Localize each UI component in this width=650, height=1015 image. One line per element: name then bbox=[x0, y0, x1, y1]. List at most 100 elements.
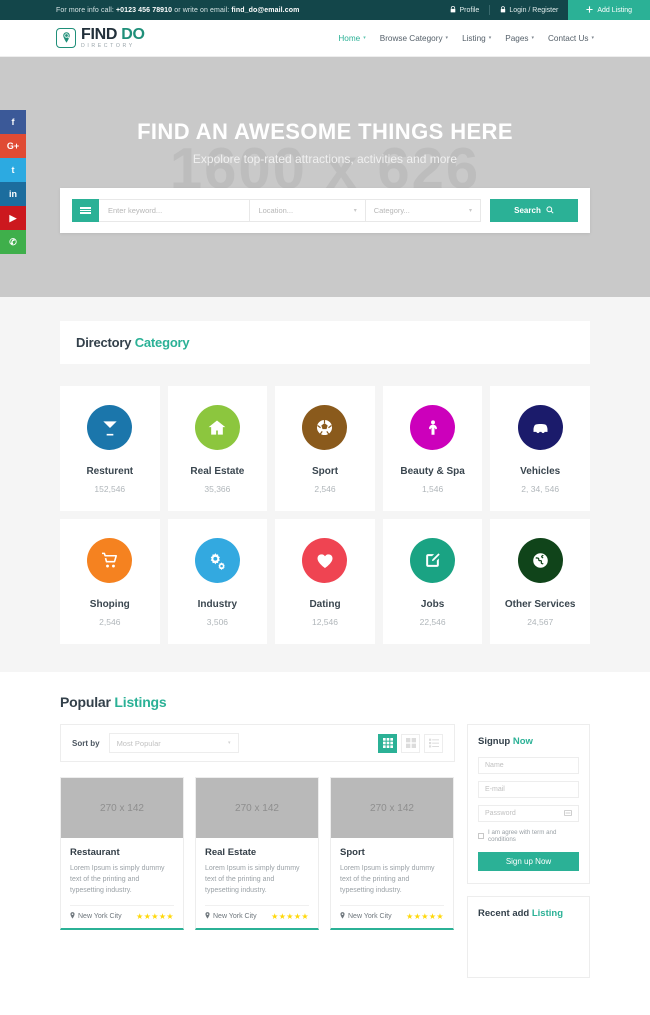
logo-main-text: FIND bbox=[81, 25, 122, 43]
shopping-cart-icon bbox=[87, 538, 133, 583]
nav-item-label: Browse Category bbox=[379, 33, 443, 43]
add-listing-button[interactable]: Add Listing bbox=[568, 0, 650, 20]
recent-title-main: Recent add bbox=[478, 908, 532, 919]
listing-cards: 270 x 142 Restaurant Lorem Ipsum is simp… bbox=[60, 777, 455, 930]
terms-agreement[interactable]: I am agree with term and conditions bbox=[478, 829, 579, 843]
category-count: 152,546 bbox=[94, 484, 126, 494]
cocktail-icon bbox=[87, 405, 133, 450]
search-button-label: Search bbox=[514, 206, 541, 215]
search-button[interactable]: Search bbox=[489, 199, 578, 222]
category-card[interactable]: Real Estate 35,366 bbox=[167, 386, 268, 511]
chevron-down-icon: ▾ bbox=[363, 35, 366, 41]
category-card[interactable]: Jobs 22,546 bbox=[382, 519, 483, 644]
search-location-placeholder: Location... bbox=[258, 206, 294, 215]
listing-card[interactable]: 270 x 142 Restaurant Lorem Ipsum is simp… bbox=[60, 777, 184, 930]
nav-item-label: Pages bbox=[505, 33, 529, 43]
search-bar: Enter keyword... Location... ▾ Category.… bbox=[72, 199, 578, 222]
signup-button[interactable]: Sign up Now bbox=[478, 852, 579, 871]
signup-widget: Signup Now Name E-mail Password I am agr… bbox=[467, 724, 590, 884]
search-location-select[interactable]: Location... ▾ bbox=[250, 199, 366, 222]
listing-rating-stars: ★★★★★ bbox=[271, 911, 309, 921]
sidebar-column: Signup Now Name E-mail Password I am agr… bbox=[467, 724, 590, 978]
home-icon bbox=[194, 405, 240, 450]
login-register-label: Login / Register bbox=[509, 6, 559, 14]
twitter-icon[interactable]: t bbox=[0, 158, 26, 182]
chevron-down-icon: ▾ bbox=[488, 35, 492, 41]
sort-by-select[interactable]: Most Popular ▾ bbox=[108, 733, 239, 753]
facebook-icon[interactable]: f bbox=[0, 110, 26, 134]
terms-checkbox[interactable] bbox=[478, 833, 484, 839]
plus-icon bbox=[586, 5, 593, 15]
google-plus-glyph: G+ bbox=[6, 140, 20, 151]
category-count: 2,546 bbox=[99, 617, 121, 627]
category-card[interactable]: Shoping 2,546 bbox=[60, 519, 160, 644]
view-mode-toggles bbox=[378, 733, 443, 753]
top-utility-bar: For more info call: +0123 456 78910 or w… bbox=[0, 0, 650, 20]
hero-banner: 1600 x 626 FIND AN AWESOME THINGS HERE E… bbox=[0, 57, 650, 297]
twitter-glyph: t bbox=[11, 164, 15, 175]
category-name: Dating bbox=[309, 599, 341, 610]
category-card[interactable]: Dating 12,546 bbox=[275, 519, 375, 644]
listing-card[interactable]: 270 x 142 Sport Lorem Ipsum is simply du… bbox=[330, 777, 454, 930]
category-card[interactable]: Industry 3,506 bbox=[167, 519, 268, 644]
category-name: Vehicles bbox=[520, 466, 561, 477]
hero-subtitle: Expolore top-rated attractions, activiti… bbox=[192, 152, 458, 166]
contact-info: For more info call: +0123 456 78910 or w… bbox=[56, 7, 299, 14]
gears-icon bbox=[194, 538, 240, 583]
signup-name-field[interactable]: Name bbox=[478, 757, 579, 774]
search-category-select[interactable]: Category... ▾ bbox=[365, 199, 481, 222]
nav-item-home[interactable]: Home ▾ bbox=[338, 34, 365, 43]
nav-item-contact-us[interactable]: Contact Us ▾ bbox=[548, 34, 594, 43]
logo-accent-text: DO bbox=[121, 25, 145, 43]
contact-email[interactable]: find_do@email.com bbox=[231, 7, 299, 14]
signup-email-placeholder: E-mail bbox=[485, 786, 505, 793]
profile-button[interactable]: Profile bbox=[440, 0, 489, 20]
category-card[interactable]: Resturent 152,546 bbox=[60, 386, 160, 511]
google-plus-icon[interactable]: G+ bbox=[0, 134, 26, 158]
youtube-icon[interactable]: ▶ bbox=[0, 206, 26, 230]
signup-widget-title: Signup Now bbox=[478, 736, 579, 747]
social-share-rail: f G+ t in ▶ ✆ bbox=[0, 110, 26, 254]
hero-title: FIND AN AWESOME THINGS HERE bbox=[137, 119, 513, 144]
signup-email-field[interactable]: E-mail bbox=[478, 781, 579, 798]
map-pin-icon bbox=[205, 911, 210, 921]
login-register-button[interactable]: Login / Register bbox=[490, 0, 568, 20]
search-keyword-placeholder: Enter keyword... bbox=[108, 206, 163, 215]
chevron-down-icon: ▾ bbox=[531, 35, 534, 41]
site-logo[interactable]: FIND DO DIRECTORY bbox=[56, 25, 145, 49]
logo-subtitle: DIRECTORY bbox=[81, 42, 135, 49]
category-card[interactable]: Other Services 24,567 bbox=[490, 519, 590, 644]
whatsapp-icon[interactable]: ✆ bbox=[0, 230, 26, 254]
nav-item-listing[interactable]: Listing ▾ bbox=[462, 34, 491, 43]
category-title-main: Directory bbox=[76, 335, 135, 350]
signup-password-field[interactable]: Password bbox=[478, 805, 579, 822]
linkedin-icon[interactable]: in bbox=[0, 182, 26, 206]
hero-search-panel: Enter keyword... Location... ▾ Category.… bbox=[60, 188, 590, 233]
listings-title-main: Popular bbox=[60, 694, 115, 710]
category-count: 12,546 bbox=[311, 617, 338, 627]
signup-password-placeholder: Password bbox=[485, 810, 516, 817]
nav-item-pages[interactable]: Pages ▾ bbox=[505, 34, 534, 43]
youtube-glyph: ▶ bbox=[9, 212, 17, 223]
listing-description: Lorem Ipsum is simply dummy text of the … bbox=[70, 865, 165, 894]
category-card[interactable]: Sport 2,546 bbox=[275, 386, 375, 511]
search-keyword-input[interactable]: Enter keyword... bbox=[99, 199, 251, 222]
grid-view-icon[interactable] bbox=[378, 733, 397, 753]
contact-phone[interactable]: +0123 456 78910 bbox=[116, 7, 172, 14]
large-grid-view-icon[interactable] bbox=[401, 733, 420, 753]
person-icon bbox=[410, 405, 456, 450]
show-password-icon[interactable] bbox=[564, 809, 572, 818]
category-count: 35,366 bbox=[204, 484, 231, 494]
category-count: 2, 34, 546 bbox=[521, 484, 560, 494]
nav-item-browse-category[interactable]: Browse Category ▾ bbox=[380, 34, 448, 43]
list-view-icon[interactable] bbox=[424, 733, 443, 753]
listing-location: New York City bbox=[340, 911, 392, 921]
chevron-down-icon: ▾ bbox=[468, 208, 472, 214]
category-name: Resturent bbox=[86, 466, 134, 477]
filter-menu-icon[interactable] bbox=[72, 199, 99, 222]
category-card[interactable]: Beauty & Spa 1,546 bbox=[382, 386, 483, 511]
profile-label: Profile bbox=[459, 6, 480, 14]
listing-card[interactable]: 270 x 142 Real Estate Lorem Ipsum is sim… bbox=[195, 777, 319, 930]
category-card[interactable]: Vehicles 2, 34, 546 bbox=[490, 386, 590, 511]
linkedin-glyph: in bbox=[9, 188, 17, 199]
